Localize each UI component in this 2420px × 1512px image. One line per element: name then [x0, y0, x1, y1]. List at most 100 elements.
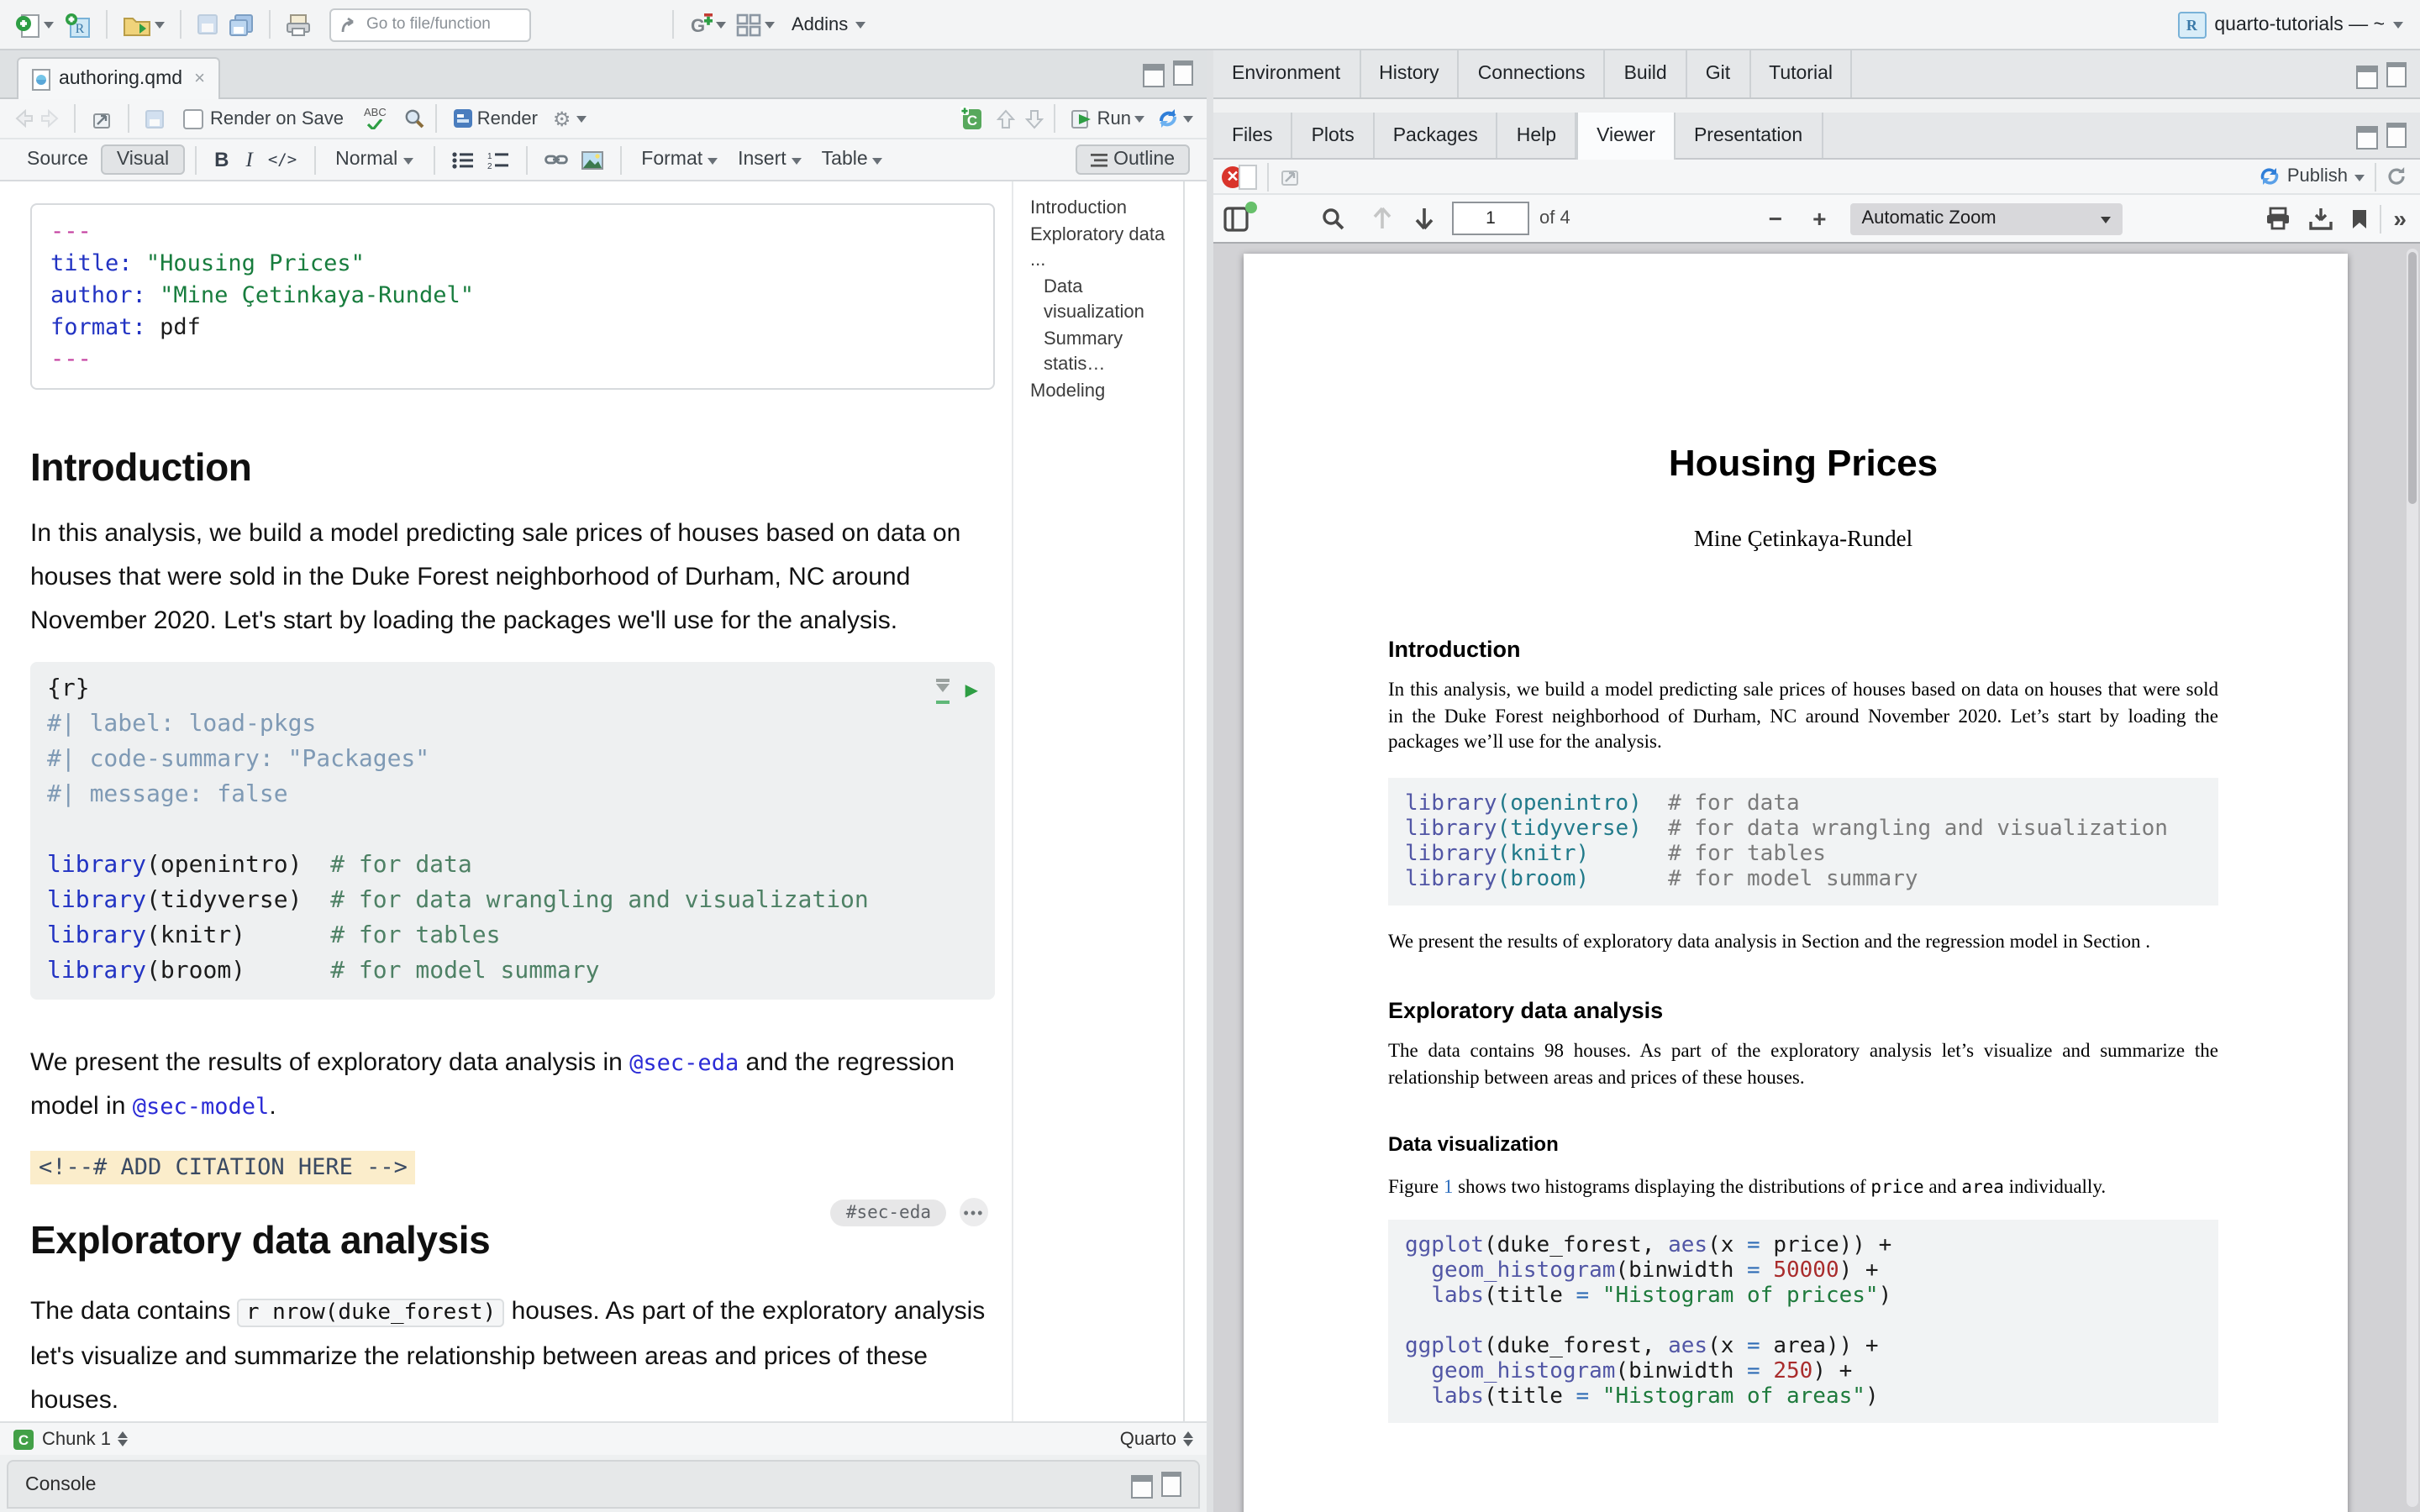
link-icon[interactable] — [544, 151, 567, 168]
pdf-scrollbar[interactable] — [2407, 249, 2418, 1507]
tab-viewer[interactable]: Viewer — [1576, 113, 1676, 160]
tab-history[interactable]: History — [1360, 50, 1460, 97]
code-chunk-load-pkgs[interactable]: ▶ {r} #| label: load-pkgs #| code-summar… — [30, 662, 995, 1000]
render-settings-gear-icon[interactable]: ⚙ — [553, 107, 571, 130]
yaml-block[interactable]: --- title: "Housing Prices" author: "Min… — [30, 203, 995, 390]
new-project-button[interactable]: R — [59, 8, 96, 41]
run-button[interactable]: Run — [1065, 105, 1150, 132]
console-maximize-icon[interactable] — [1161, 1472, 1181, 1497]
code-format-button[interactable]: </> — [261, 150, 303, 169]
tab-tutorial[interactable]: Tutorial — [1750, 50, 1853, 97]
render-button[interactable]: Render — [447, 104, 543, 133]
zoom-level-select[interactable]: Automatic Zoom — [1849, 202, 2122, 234]
pdf-more-tools-icon[interactable]: » — [2393, 205, 2407, 232]
image-icon[interactable] — [581, 150, 602, 169]
tab-help[interactable]: Help — [1498, 113, 1576, 158]
go-prev-chunk-icon[interactable] — [997, 108, 1015, 129]
maximize-pane-icon[interactable] — [1173, 60, 1193, 86]
sec-model-link[interactable]: @sec-model — [133, 1094, 270, 1121]
sidebar-notification-dot — [1245, 201, 1257, 213]
pdf-scrollbar-thumb[interactable] — [2408, 252, 2417, 504]
addins-button[interactable]: Addins — [780, 11, 870, 38]
goto-file-input[interactable] — [363, 13, 521, 35]
sidebar-toggle-icon[interactable] — [1223, 206, 1250, 231]
render-on-save-checkbox[interactable] — [183, 108, 203, 129]
pdf-bookmark-icon[interactable] — [2351, 207, 2368, 229]
pdf-download-icon[interactable] — [2309, 207, 2333, 230]
source-mode-button[interactable]: Source — [13, 146, 102, 173]
zoom-in-icon[interactable]: + — [1812, 205, 1826, 232]
table-menu[interactable]: Table — [812, 150, 893, 170]
figure-1-link[interactable]: 1 — [1444, 1178, 1454, 1198]
search-icon[interactable] — [403, 108, 425, 129]
page-down-icon[interactable] — [1413, 207, 1435, 230]
minimize-pane-icon[interactable] — [1143, 64, 1165, 87]
tab-build[interactable]: Build — [1606, 50, 1687, 97]
publish-button[interactable]: Publish — [2259, 166, 2365, 186]
tab-environment[interactable]: Environment — [1213, 50, 1360, 97]
project-menu[interactable]: R quarto-tutorials — ~ — [2177, 11, 2410, 38]
save-all-button[interactable] — [224, 9, 259, 39]
env-maximize-icon[interactable] — [2386, 61, 2407, 87]
run-chunks-above-icon[interactable] — [937, 679, 950, 704]
visual-editor-canvas[interactable]: --- title: "Housing Prices" author: "Min… — [0, 181, 1013, 1421]
page-up-icon[interactable] — [1371, 207, 1393, 230]
tab-git[interactable]: Git — [1687, 50, 1750, 97]
tab-connections[interactable]: Connections — [1460, 50, 1606, 97]
console-minimize-icon[interactable] — [1131, 1475, 1153, 1499]
panes-layout-button[interactable] — [731, 9, 780, 39]
viewer-popout-icon[interactable] — [1279, 166, 1301, 186]
chunk-position-label[interactable]: Chunk 1 — [42, 1429, 111, 1449]
forward-icon[interactable] — [40, 109, 60, 128]
page-number-input[interactable] — [1452, 202, 1529, 235]
visual-mode-button[interactable]: Visual — [102, 144, 184, 175]
section-menu-button[interactable]: ••• — [960, 1198, 988, 1226]
print-button[interactable] — [281, 9, 316, 39]
chunk-nav-arrows-icon[interactable] — [118, 1426, 128, 1452]
outline-item-eda[interactable]: Exploratory data ... — [1030, 223, 1183, 275]
rerun-icon[interactable] — [1156, 108, 1180, 129]
tab-plots[interactable]: Plots — [1293, 113, 1375, 158]
zoom-out-icon[interactable]: − — [1769, 205, 1782, 232]
italic-button[interactable]: I — [237, 147, 260, 172]
format-nav-arrows-icon[interactable] — [1183, 1426, 1193, 1452]
sec-eda-link[interactable]: @sec-eda — [629, 1050, 739, 1077]
popout-icon[interactable] — [91, 108, 113, 129]
tab-authoring-qmd[interactable]: authoring.qmd × — [17, 57, 220, 99]
outline-item-modeling[interactable]: Modeling — [1030, 379, 1183, 405]
document-format-label[interactable]: Quarto — [1120, 1429, 1176, 1449]
refresh-icon[interactable] — [2386, 166, 2407, 186]
run-chunk-icon[interactable]: ▶ — [965, 674, 978, 709]
outline-item-summary-statistics[interactable]: Summary statis… — [1030, 327, 1183, 379]
viewer-maximize-icon[interactable] — [2386, 123, 2407, 148]
outline-item-data-visualization[interactable]: Data visualization — [1030, 275, 1183, 327]
pdf-viewport[interactable]: Housing Prices Mine Çetinkaya-Rundel Int… — [1213, 244, 2420, 1512]
paragraph-style-dropdown[interactable]: Normal — [325, 150, 423, 170]
save-icon[interactable] — [145, 108, 165, 129]
spellcheck-icon[interactable]: ABC — [364, 108, 387, 129]
format-menu[interactable]: Format — [631, 150, 728, 170]
goto-file-search[interactable] — [329, 8, 531, 41]
save-button[interactable] — [192, 10, 224, 39]
bold-button[interactable]: B — [206, 148, 237, 171]
outline-item-introduction[interactable]: Introduction — [1030, 197, 1183, 223]
outline-toggle-button[interactable]: Outline — [1075, 144, 1190, 175]
numbered-list-icon[interactable]: 12 — [487, 150, 508, 169]
tab-files[interactable]: Files — [1213, 113, 1293, 158]
viewer-minimize-icon[interactable] — [2356, 126, 2378, 150]
tab-close-icon[interactable]: × — [194, 69, 205, 89]
tab-packages[interactable]: Packages — [1375, 113, 1498, 158]
version-control-button[interactable]: G — [684, 8, 731, 40]
tab-presentation[interactable]: Presentation — [1676, 113, 1823, 158]
pdf-print-icon[interactable] — [2265, 207, 2291, 230]
env-minimize-icon[interactable] — [2356, 65, 2378, 88]
back-icon[interactable] — [13, 109, 34, 128]
new-file-button[interactable] — [10, 8, 59, 41]
pdf-search-icon[interactable] — [1321, 207, 1344, 230]
insert-chunk-icon[interactable]: C — [958, 106, 983, 131]
insert-menu[interactable]: Insert — [728, 150, 812, 170]
console-header[interactable]: Console — [7, 1460, 1200, 1509]
go-next-chunk-icon[interactable] — [1025, 108, 1044, 129]
bullet-list-icon[interactable] — [451, 150, 473, 169]
open-file-button[interactable] — [118, 9, 170, 39]
